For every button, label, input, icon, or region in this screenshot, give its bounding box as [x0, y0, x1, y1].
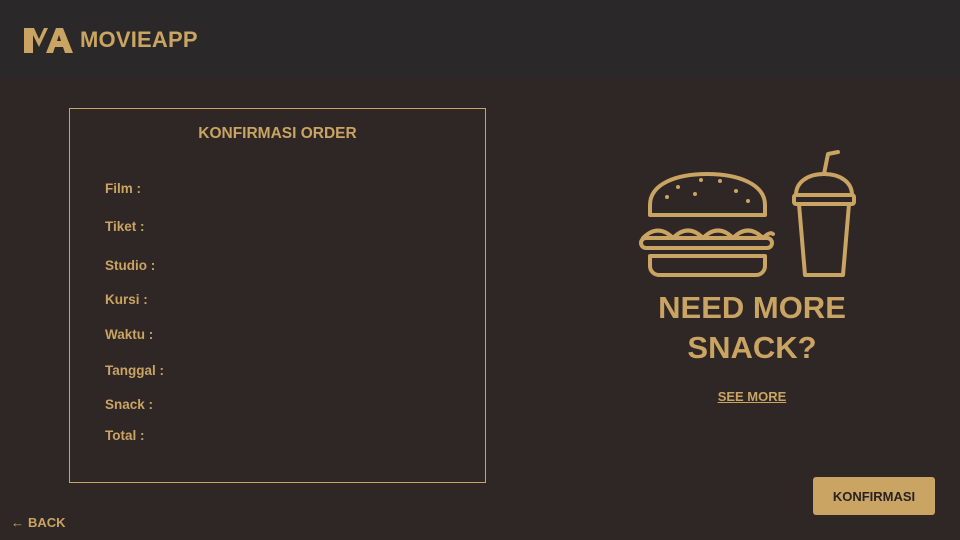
back-label: BACK [28, 515, 66, 530]
order-confirmation-panel: KONFIRMASI ORDER Film : Tiket : Studio :… [69, 108, 486, 483]
promo-line-2: SNACK? [687, 330, 817, 365]
order-title: KONFIRMASI ORDER [198, 125, 357, 142]
field-film: Film : [105, 181, 141, 196]
promo-line-1: NEED MORE [658, 290, 846, 325]
drink-cup-icon [792, 150, 856, 277]
field-tanggal: Tanggal : [105, 363, 164, 378]
confirm-button[interactable]: KONFIRMASI [813, 477, 935, 515]
field-total: Total : [105, 428, 145, 443]
field-snack: Snack : [105, 397, 154, 412]
arrow-left-icon: ← [11, 515, 24, 530]
app-logo[interactable]: MOVIEAPP [22, 25, 198, 55]
ma-logo-icon [24, 28, 73, 53]
snack-promo-heading: NEED MORE SNACK? [620, 288, 884, 368]
see-more-link[interactable]: SEE MORE [700, 389, 804, 404]
field-studio: Studio : [105, 258, 156, 273]
app-name: MOVIEAPP [80, 27, 198, 52]
field-kursi: Kursi : [105, 292, 148, 307]
snack-illustration [638, 150, 860, 287]
field-waktu: Waktu : [105, 327, 154, 342]
back-button[interactable]: ← BACK [11, 515, 66, 530]
burger-icon [639, 172, 775, 277]
top-bar: MOVIEAPP [0, 0, 960, 79]
field-tiket: Tiket : [105, 219, 145, 234]
